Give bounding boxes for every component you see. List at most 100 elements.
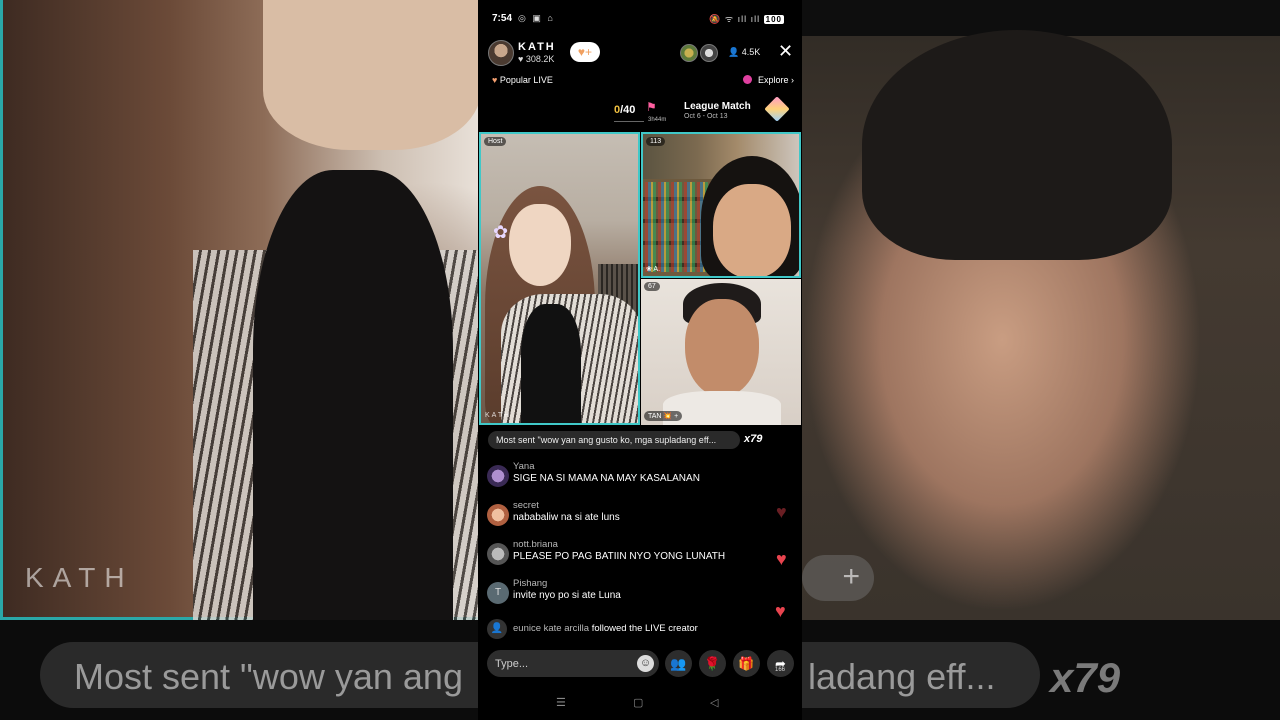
chat-text: invite nyo po si ate Luna xyxy=(513,590,621,601)
floating-heart-icon: ♥ xyxy=(776,549,787,569)
close-icon[interactable]: ✕ xyxy=(778,41,793,62)
flag-icon: ⚑ xyxy=(646,100,657,114)
live-subheader: ♥ Popular LIVE Explore › xyxy=(478,72,802,88)
league-timer: 3h44m xyxy=(648,117,667,123)
comment-box[interactable]: ☺ xyxy=(487,650,659,677)
user-avatar[interactable] xyxy=(487,504,509,526)
follow-event-user[interactable]: eunice kate arcilla xyxy=(513,623,589,634)
live-header: KATH ♥ 308.2K ♥+ 👤 4.5K ✕ xyxy=(478,38,802,68)
top-viewer-avatar[interactable] xyxy=(680,44,698,62)
league-dates: Oct 6 - Oct 13 xyxy=(684,113,728,120)
backdrop-right: + xyxy=(802,0,1280,620)
follow-event-action: followed the LIVE creator xyxy=(591,623,698,634)
explore-label: Explore xyxy=(757,75,789,85)
notification-icons: ◎ ▣ ⌂ xyxy=(518,13,555,23)
follow-event: 👤 eunice kate arcilla followed the LIVE … xyxy=(487,619,787,639)
chat-username[interactable]: nott.briana xyxy=(513,539,558,550)
backdrop-most-sent-right: ladang eff... xyxy=(808,656,996,697)
battery-icon: 100 xyxy=(763,15,784,24)
chat-username[interactable]: Yana xyxy=(513,461,534,472)
follow-event-text: eunice kate arcilla followed the LIVE cr… xyxy=(513,623,698,634)
person-icon: 👤 xyxy=(728,47,740,57)
chat-message[interactable]: nott.briana PLEASE PO PAG BATIIN NYO YON… xyxy=(487,539,777,569)
phone-screen: 7:54 ◎ ▣ ⌂ 🔕 ᯤ ıll ıll 100 KATH ♥ 308.2K… xyxy=(478,0,802,720)
popular-live-link[interactable]: ♥ Popular LIVE xyxy=(492,75,553,85)
guest-score-badge: 67 xyxy=(644,282,660,291)
backdrop-ghost-button: + xyxy=(802,555,874,601)
user-avatar[interactable]: T xyxy=(487,582,509,604)
guest-name-tag[interactable]: TAN 💥 + xyxy=(644,411,683,421)
guest-score-badge: 113 xyxy=(646,137,666,146)
floating-heart-icon: ♥ xyxy=(775,601,786,621)
comment-input[interactable] xyxy=(495,655,625,672)
league-progress-total: /40 xyxy=(620,104,636,116)
rose-gift-button[interactable]: 🌹 xyxy=(699,650,726,677)
host-likes: ♥ 308.2K xyxy=(518,54,554,64)
gift-button[interactable]: 🎁 xyxy=(733,650,760,677)
heart-icon: ♥ xyxy=(518,54,524,64)
host-likes-count: 308.2K xyxy=(525,54,555,64)
popular-live-label: Popular LIVE xyxy=(499,75,553,85)
chat-text: PLEASE PO PAG BATIIN NYO YONG LUNATH xyxy=(513,551,726,562)
share-count: 166 xyxy=(775,667,786,673)
explore-dot-icon xyxy=(743,75,753,84)
chat-message[interactable]: Yana SIGE NA SI MAMA NA MAY KASALANAN xyxy=(487,461,777,491)
backdrop-left: KATH xyxy=(0,0,481,620)
chat-text: nababaliw na si ate luns xyxy=(513,512,620,523)
league-title: League Match xyxy=(684,101,751,112)
signal-icons: 🔕 ᯤ ıll ıll xyxy=(709,14,761,24)
flower-clip-icon: ✿ xyxy=(493,222,509,242)
chat-username[interactable]: Pishang xyxy=(513,578,547,589)
top-viewer-avatar[interactable] xyxy=(700,44,718,62)
host-inner-top xyxy=(521,304,581,423)
floating-heart-icon: ♥ xyxy=(776,502,787,522)
host-face xyxy=(509,204,571,286)
backdrop-top xyxy=(253,170,453,620)
stream-viewer: KATH + Most sent "wow yan ang ladang eff… xyxy=(0,0,1280,720)
host-avatar[interactable] xyxy=(488,40,514,66)
host-video-tile[interactable]: ✿ Host KATH xyxy=(479,132,640,425)
host-watermark: KATH xyxy=(485,412,512,419)
follow-button[interactable]: ♥+ xyxy=(570,42,600,62)
user-avatar[interactable] xyxy=(487,465,509,487)
status-bar: 7:54 ◎ ▣ ⌂ 🔕 ᯤ ıll ıll 100 xyxy=(478,0,802,36)
viewer-count[interactable]: 👤 4.5K xyxy=(728,47,760,58)
chat-username[interactable]: secret xyxy=(513,500,539,511)
guest-face xyxy=(685,299,759,397)
emoji-icon[interactable]: ☺ xyxy=(637,655,654,672)
recent-apps-icon[interactable]: ☰ xyxy=(556,696,566,709)
host-tag: Host xyxy=(484,137,507,146)
user-avatar[interactable] xyxy=(487,543,509,565)
person-add-icon: 👤 xyxy=(487,619,507,639)
explore-link[interactable]: Explore › xyxy=(743,75,794,85)
league-progress: 0/40 xyxy=(614,104,635,116)
backdrop-face xyxy=(263,0,481,150)
diamond-icon xyxy=(764,96,790,122)
guest-shirt xyxy=(663,391,781,425)
guest-video-tile[interactable]: 67 TAN 💥 + xyxy=(641,279,801,425)
status-time: 7:54 xyxy=(492,13,513,24)
host-name[interactable]: KATH xyxy=(518,41,556,53)
multi-guest-button[interactable]: 👥 xyxy=(665,650,692,677)
viewer-count-value: 4.5K xyxy=(741,47,761,57)
chevron-right-icon: › xyxy=(791,75,794,85)
backdrop-most-sent-left: Most sent "wow yan ang xyxy=(74,656,463,697)
system-navbar: ☰ ▢ ◁ xyxy=(478,690,802,720)
guest-name-tag[interactable]: ❀ A. xyxy=(646,265,660,273)
most-sent-banner[interactable]: Most sent "wow yan ang gusto ko, mga sup… xyxy=(488,431,740,449)
home-icon[interactable]: ▢ xyxy=(633,696,643,709)
league-match-banner[interactable]: 0/40 ⚑ 3h44m League Match Oct 6 - Oct 13 xyxy=(478,96,802,126)
chat-message[interactable]: T Pishang invite nyo po si ate Luna xyxy=(487,578,777,608)
system-icons: 🔕 ᯤ ıll ıll 100 xyxy=(709,12,784,25)
league-progress-line xyxy=(614,121,644,122)
heart-icon: ♥ xyxy=(492,75,498,85)
guest-video-tile[interactable]: 113 ❀ A. xyxy=(641,132,801,278)
chat-message[interactable]: secret nababaliw na si ate luns xyxy=(487,500,777,530)
backdrop-multiplier: x79 xyxy=(1050,654,1121,701)
most-sent-multiplier: x79 xyxy=(744,433,763,445)
backdrop-hair xyxy=(862,30,1172,260)
backdrop-watermark: KATH xyxy=(25,562,134,593)
chat-text: SIGE NA SI MAMA NA MAY KASALANAN xyxy=(513,473,700,484)
guest-face xyxy=(713,184,791,276)
back-icon[interactable]: ◁ xyxy=(710,696,718,709)
